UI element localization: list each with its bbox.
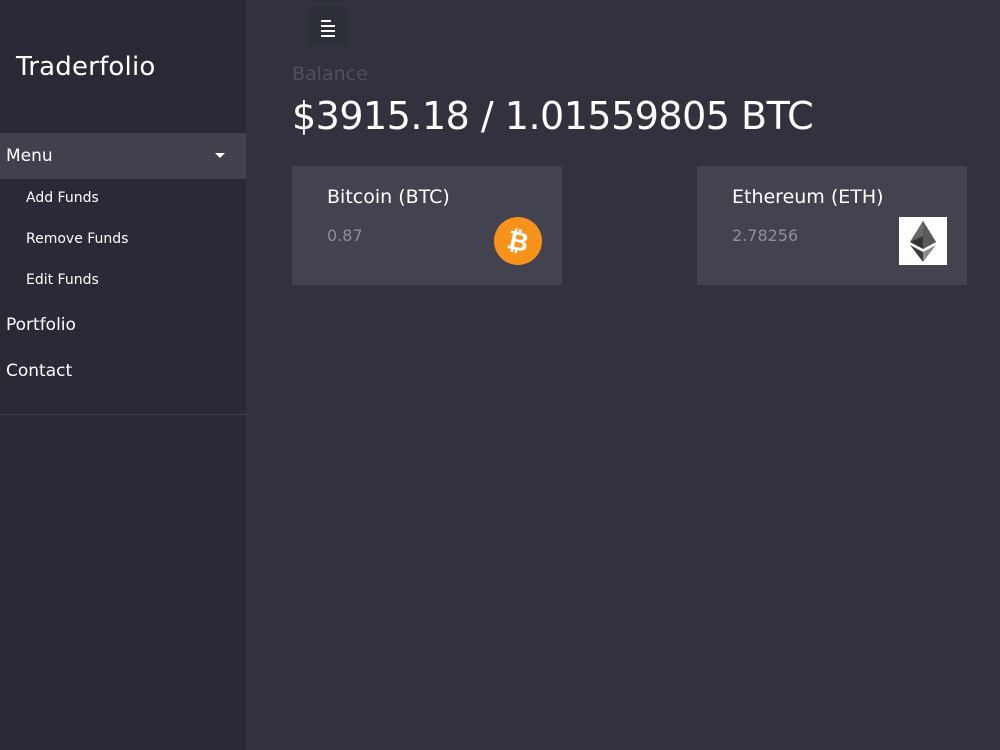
bitcoin-icon: ₿ bbox=[494, 217, 542, 265]
app: Traderfolio Menu Add Funds Remove Funds … bbox=[0, 0, 1000, 750]
menu-item-remove-funds[interactable]: Remove Funds bbox=[26, 231, 128, 247]
card-title: Bitcoin (BTC) bbox=[327, 186, 450, 208]
sidebar: Traderfolio Menu Add Funds Remove Funds … bbox=[0, 0, 246, 750]
sidebar-divider bbox=[0, 414, 246, 415]
sidebar-toggle-button[interactable] bbox=[308, 7, 348, 46]
menu-item-edit-funds[interactable]: Edit Funds bbox=[26, 272, 99, 288]
crypto-card-bitcoin[interactable]: Bitcoin (BTC) 0.87 ₿ bbox=[292, 166, 562, 285]
balance-label: Balance bbox=[292, 63, 368, 85]
card-amount: 0.87 bbox=[327, 226, 363, 245]
card-title: Ethereum (ETH) bbox=[732, 186, 884, 208]
menu-dropdown-toggle[interactable]: Menu bbox=[0, 133, 246, 179]
nav-item-portfolio[interactable]: Portfolio bbox=[6, 315, 76, 335]
menu-item-add-funds[interactable]: Add Funds bbox=[26, 190, 99, 206]
nav-item-contact[interactable]: Contact bbox=[6, 361, 72, 381]
caret-down-icon bbox=[215, 153, 225, 158]
menu-label: Menu bbox=[6, 146, 53, 166]
balance-value: $3915.18 / 1.01559805 BTC bbox=[292, 94, 814, 138]
card-amount: 2.78256 bbox=[732, 226, 799, 245]
brand-title[interactable]: Traderfolio bbox=[16, 52, 156, 82]
crypto-card-ethereum[interactable]: Ethereum (ETH) 2.78256 bbox=[697, 166, 967, 285]
svg-text:₿: ₿ bbox=[504, 225, 531, 259]
ethereum-icon bbox=[899, 217, 947, 265]
